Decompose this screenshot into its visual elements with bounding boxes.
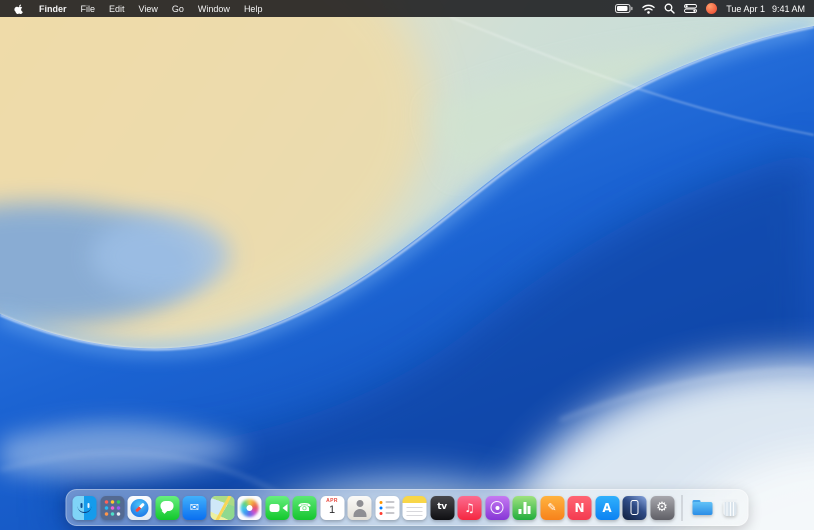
menu-window[interactable]: Window: [191, 4, 237, 14]
menu-edit[interactable]: Edit: [102, 4, 132, 14]
dock-icon-phone[interactable]: ☎: [293, 496, 317, 520]
wifi-icon[interactable]: [642, 4, 655, 14]
dock-icon-finder[interactable]: [73, 496, 97, 520]
calendar-day-label: 1: [329, 505, 335, 516]
dock-icon-downloads[interactable]: [690, 496, 714, 520]
battery-icon[interactable]: [615, 4, 633, 13]
dock-icon-appstore[interactable]: A: [595, 496, 619, 520]
dock-icon-messages[interactable]: [155, 496, 179, 520]
dock-icon-podcasts[interactable]: [485, 496, 509, 520]
desktop[interactable]: [0, 17, 814, 484]
dock-separator: [682, 495, 683, 521]
dock-icon-pages[interactable]: ✎: [540, 496, 564, 520]
pages-glyph: ✎: [540, 496, 564, 520]
screen: FinderFileEditViewGoWindowHelp Tue Apr 1…: [0, 0, 814, 530]
dock-apps: ✉☎APR1tv♫✎NA⚙: [73, 496, 675, 520]
menu-date: Tue Apr 1: [726, 4, 765, 14]
dock-icon-maps[interactable]: [210, 496, 234, 520]
dock-icon-iphone-mirroring[interactable]: [623, 496, 647, 520]
dock-icon-calendar[interactable]: APR1: [320, 496, 344, 520]
menu-view[interactable]: View: [132, 4, 165, 14]
apple-menu-icon[interactable]: [10, 3, 28, 15]
dock-icon-safari[interactable]: [128, 496, 152, 520]
dock-extras: [690, 496, 742, 520]
menu-help[interactable]: Help: [237, 4, 270, 14]
news-glyph: N: [568, 496, 592, 520]
appstore-glyph: A: [595, 496, 619, 520]
dock-icon-launchpad[interactable]: [100, 496, 124, 520]
dock: ✉☎APR1tv♫✎NA⚙: [66, 489, 749, 526]
menu-clock[interactable]: Tue Apr 1 9:41 AM: [726, 4, 805, 14]
settings-glyph: ⚙: [650, 496, 674, 520]
menu-bar: FinderFileEditViewGoWindowHelp Tue Apr 1…: [0, 0, 814, 17]
calendar-month-label: APR: [326, 499, 338, 504]
phone-glyph: ☎: [293, 496, 317, 520]
tv-glyph: tv: [430, 496, 454, 520]
dock-icon-notes[interactable]: [403, 496, 427, 520]
menu-file[interactable]: File: [74, 4, 103, 14]
dock-icon-trash[interactable]: [718, 496, 742, 520]
mail-glyph: ✉: [183, 496, 207, 520]
menu-bar-left: FinderFileEditViewGoWindowHelp: [0, 3, 269, 15]
dock-icon-news[interactable]: N: [568, 496, 592, 520]
menu-go[interactable]: Go: [165, 4, 191, 14]
dock-icon-mail[interactable]: ✉: [183, 496, 207, 520]
dock-icon-facetime[interactable]: [265, 496, 289, 520]
music-glyph: ♫: [458, 496, 482, 520]
menu-finder[interactable]: Finder: [32, 4, 74, 14]
dock-icon-reminders[interactable]: [375, 496, 399, 520]
dock-icon-settings[interactable]: ⚙: [650, 496, 674, 520]
menu-time: 9:41 AM: [772, 4, 805, 14]
dock-icon-music[interactable]: ♫: [458, 496, 482, 520]
control-center-icon[interactable]: [684, 4, 697, 13]
dock-icon-tv[interactable]: tv: [430, 496, 454, 520]
dock-icon-photos[interactable]: [238, 496, 262, 520]
dock-icon-contacts[interactable]: [348, 496, 372, 520]
spotlight-icon[interactable]: [664, 3, 675, 14]
user-avatar-icon[interactable]: [706, 3, 717, 14]
menu-bar-right: Tue Apr 1 9:41 AM: [615, 3, 814, 14]
menu-items: FinderFileEditViewGoWindowHelp: [32, 4, 269, 14]
dock-icon-numbers[interactable]: [513, 496, 537, 520]
